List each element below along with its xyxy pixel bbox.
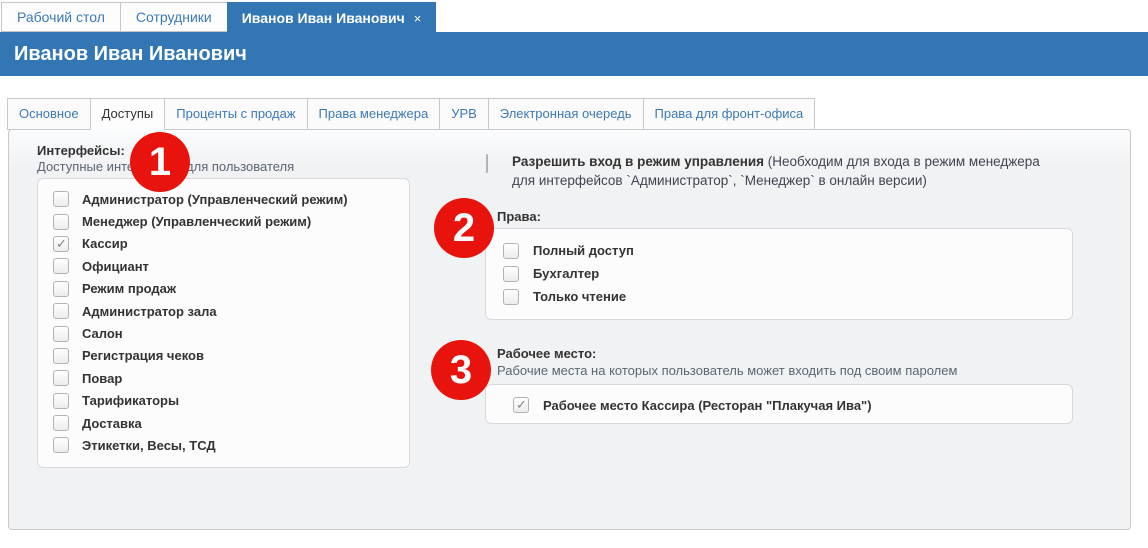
interface-checkbox-row[interactable]: Этикетки, Весы, ТСД [38,434,409,456]
checkbox[interactable] [513,397,529,413]
interface-checkbox-row[interactable]: Повар [38,367,409,389]
checkbox-label: Администратор зала [82,304,217,319]
section-tab-label: Основное [19,106,79,121]
workplace-checkbox-row[interactable]: Рабочее место Кассира (Ресторан "Плакуча… [486,395,1072,415]
window-tab-label: Иванов Иван Иванович [242,4,405,32]
section-tab[interactable]: Электронная очередь [488,98,644,130]
interface-checkbox-row[interactable]: Менеджер (Управленческий режим) [38,210,409,232]
checkbox[interactable] [53,326,69,342]
checkbox-label: Этикетки, Весы, ТСД [82,438,216,453]
interface-checkbox-row[interactable]: Салон [38,322,409,344]
section-tab[interactable]: Проценты с продаж [164,98,307,130]
interface-checkbox-row[interactable]: Администратор зала [38,300,409,322]
checkbox[interactable] [503,266,519,282]
checkbox[interactable] [53,258,69,274]
manage-mode-text: Разрешить вход в режим управления (Необх… [512,152,1060,190]
interfaces-box: Администратор (Управленческий режим) Мен… [37,178,410,468]
checkbox-label: Бухгалтер [533,266,599,281]
step-badge-2: 2 [434,198,494,258]
interface-checkbox-row[interactable]: Режим продаж [38,278,409,300]
section-tab-label: Права менеджера [319,106,429,121]
page-header: Иванов Иван Иванович [0,32,1148,76]
interface-checkbox-row[interactable]: Тарификаторы [38,390,409,412]
step-badge-3: 3 [431,340,491,400]
rights-box: Полный доступ Бухгалтер Только чтение [485,228,1073,320]
manage-mode-checkbox[interactable] [486,155,488,173]
manage-mode-label: Разрешить вход в режим управления [512,154,764,169]
checkbox[interactable] [53,281,69,297]
interface-checkbox-row[interactable]: Администратор (Управленческий режим) [38,188,409,210]
checkbox-label: Только чтение [533,289,626,304]
right-checkbox-row[interactable]: Полный доступ [486,239,1072,262]
close-icon[interactable]: × [414,12,422,25]
checkbox-label: Рабочее место Кассира (Ресторан "Плакуча… [543,398,872,413]
checkbox[interactable] [486,154,488,173]
right-checkbox-row[interactable]: Бухгалтер [486,262,1072,285]
interface-checkbox-row[interactable]: Кассир [38,233,409,255]
section-tab[interactable]: Права менеджера [307,98,441,130]
interfaces-label: Интерфейсы: [37,143,125,158]
checkbox-label: Тарификаторы [82,393,179,408]
interface-checkbox-row[interactable]: Регистрация чеков [38,345,409,367]
checkbox-label: Полный доступ [533,243,634,258]
section-tab-label: Права для фронт-офиса [655,106,804,121]
checkbox-label: Салон [82,326,123,341]
app-window: Рабочий стол Сотрудники Иванов Иван Иван… [0,0,1148,548]
checkbox-label: Доставка [82,416,142,431]
checkbox-label: Регистрация чеков [82,348,204,363]
window-tab-bar: Рабочий стол Сотрудники Иванов Иван Иван… [2,2,436,34]
section-tab-label: Электронная очередь [500,106,632,121]
right-checkbox-row[interactable]: Только чтение [486,285,1072,308]
checkbox-label: Официант [82,259,149,274]
checkbox-label: Кассир [82,236,128,251]
rights-label: Права: [497,209,541,224]
checkbox[interactable] [53,303,69,319]
workplace-box: Рабочее место Кассира (Ресторан "Плакуча… [485,384,1073,424]
window-tab-label: Рабочий стол [17,3,105,31]
checkbox-label: Администратор (Управленческий режим) [82,192,348,207]
window-tab-label: Сотрудники [136,3,212,31]
checkbox[interactable] [53,393,69,409]
workplace-label: Рабочее место: [497,346,596,361]
checkbox[interactable] [53,214,69,230]
checkbox-label: Менеджер (Управленческий режим) [82,214,311,229]
interface-checkbox-row[interactable]: Доставка [38,412,409,434]
checkbox-label: Режим продаж [82,281,176,296]
checkbox[interactable] [53,437,69,453]
page-title: Иванов Иван Иванович [14,32,247,76]
checkbox[interactable] [53,415,69,431]
checkbox[interactable] [53,191,69,207]
checkbox-label: Повар [82,371,122,386]
window-tab[interactable]: Рабочий стол [1,2,121,32]
section-tab-label: Доступы [102,106,154,121]
step-badge-1: 1 [130,132,190,192]
checkbox[interactable] [53,236,69,252]
section-tab[interactable]: Права для фронт-офиса [643,98,816,130]
checkbox[interactable] [53,348,69,364]
section-tab[interactable]: Основное [7,98,91,130]
window-tab[interactable]: Иванов Иван Иванович × [227,2,437,34]
section-tab[interactable]: УРВ [439,98,489,130]
section-tab-label: УРВ [451,106,477,121]
workplace-subtitle: Рабочие места на которых пользователь мо… [497,363,957,378]
section-tab[interactable]: Доступы [90,98,166,130]
window-tab[interactable]: Сотрудники [120,2,228,32]
section-tab-label: Проценты с продаж [176,106,295,121]
checkbox[interactable] [503,243,519,259]
checkbox[interactable] [53,370,69,386]
interface-checkbox-row[interactable]: Официант [38,255,409,277]
checkbox[interactable] [503,289,519,305]
section-tab-bar: Основное Доступы Проценты с продаж Права… [8,98,815,130]
